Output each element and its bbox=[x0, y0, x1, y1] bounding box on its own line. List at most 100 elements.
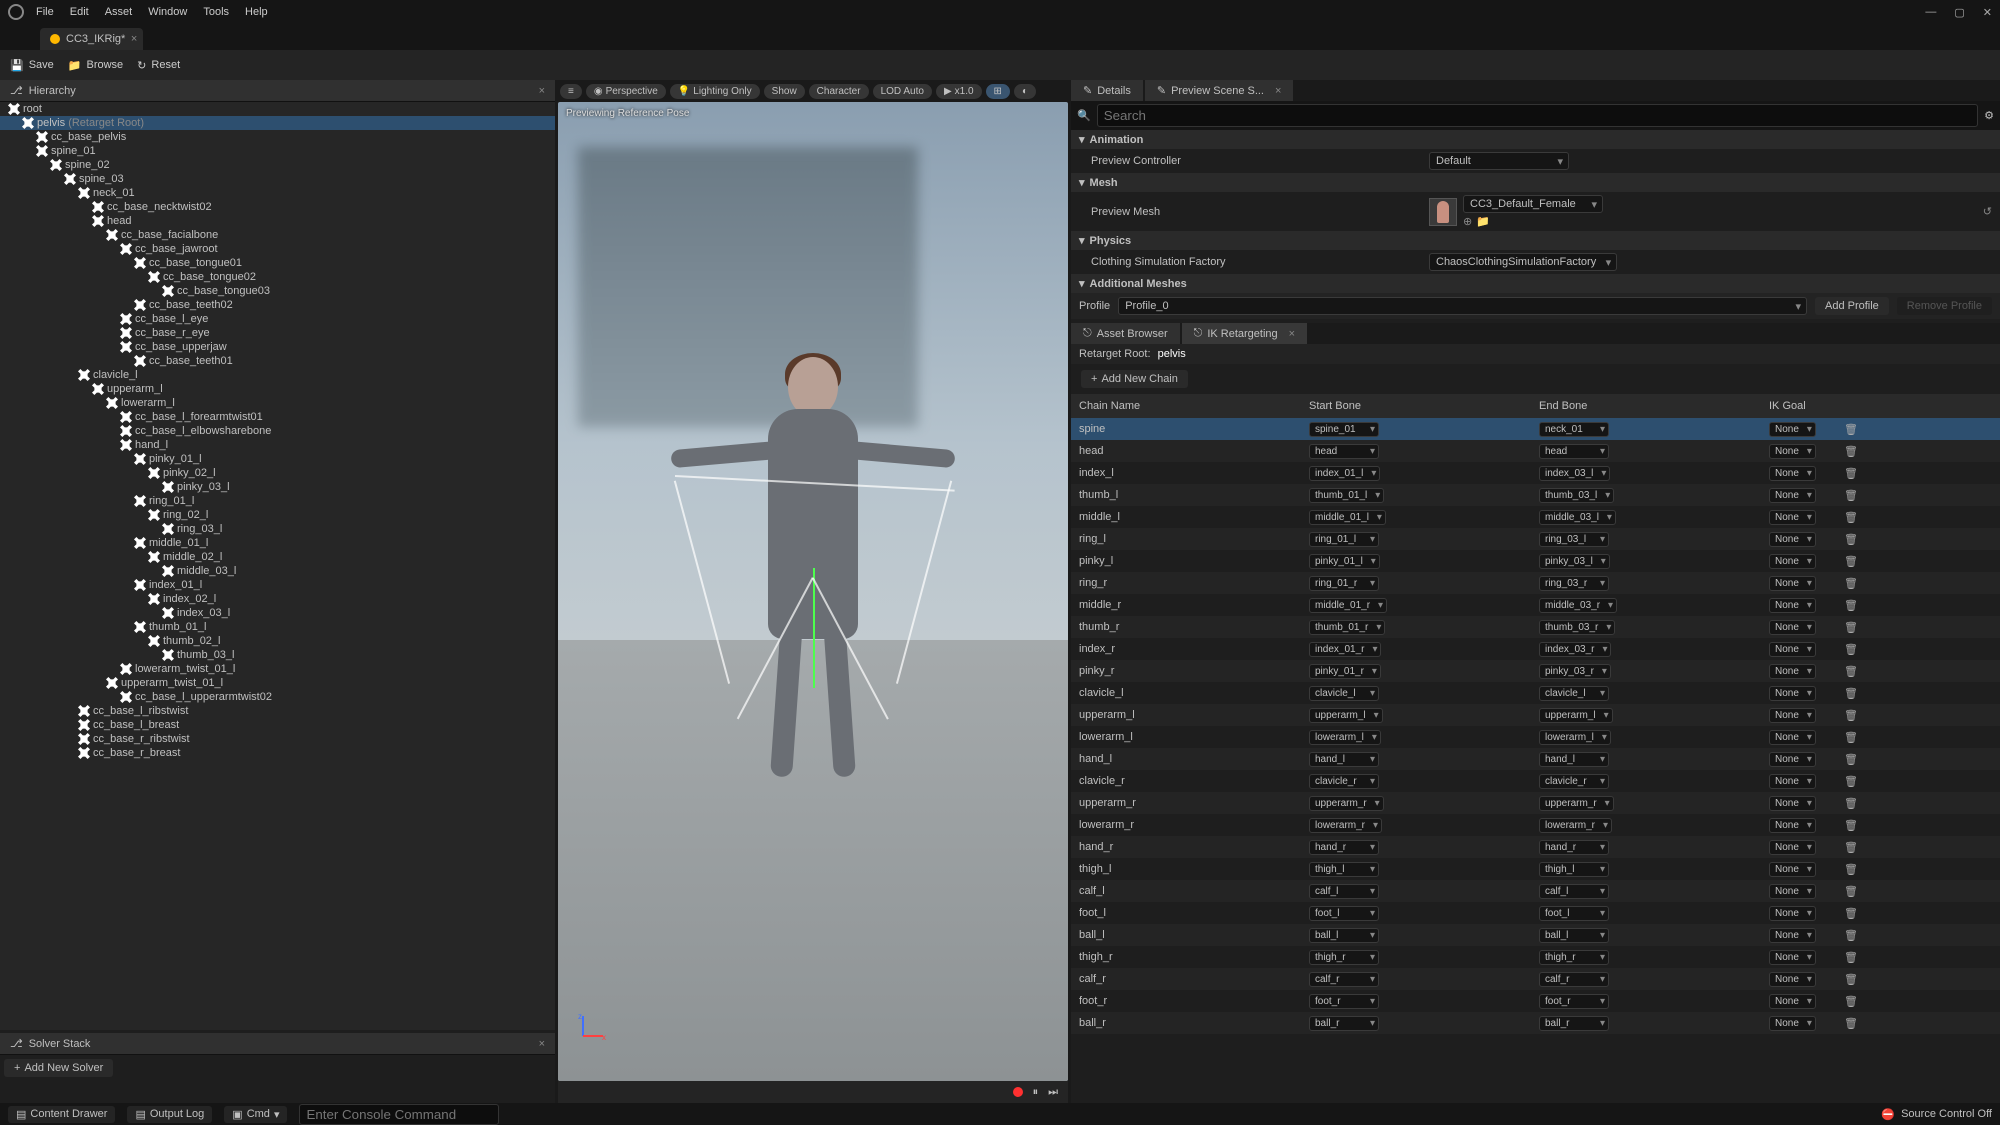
start-bone-dropdown[interactable]: ball_r bbox=[1309, 1016, 1379, 1031]
details-search-input[interactable] bbox=[1097, 104, 1978, 127]
maximize-icon[interactable]: ▢ bbox=[1954, 6, 1964, 19]
bone-cc_base_necktwist02[interactable]: cc_base_necktwist02 bbox=[0, 200, 555, 214]
bone-cc_base_tongue01[interactable]: cc_base_tongue01 bbox=[0, 256, 555, 270]
end-bone-dropdown[interactable]: head bbox=[1539, 444, 1609, 459]
end-bone-dropdown[interactable]: pinky_03_l bbox=[1539, 554, 1610, 569]
chain-row-pinky_r[interactable]: pinky_rpinky_01_rpinky_03_rNone🗑 bbox=[1071, 660, 2000, 682]
start-bone-dropdown[interactable]: foot_r bbox=[1309, 994, 1379, 1009]
ik-goal-dropdown[interactable]: None bbox=[1769, 818, 1816, 833]
start-bone-dropdown[interactable]: lowerarm_l bbox=[1309, 730, 1381, 745]
playback-speed[interactable]: ▶ x1.0 bbox=[936, 84, 982, 99]
delete-chain-icon[interactable]: 🗑 bbox=[1844, 996, 1858, 1008]
chain-row-calf_r[interactable]: calf_rcalf_rcalf_rNone🗑 bbox=[1071, 968, 2000, 990]
chain-row-pinky_l[interactable]: pinky_lpinky_01_lpinky_03_lNone🗑 bbox=[1071, 550, 2000, 572]
character-dropdown[interactable]: Character bbox=[809, 84, 869, 99]
delete-chain-icon[interactable]: 🗑 bbox=[1844, 424, 1858, 436]
start-bone-dropdown[interactable]: foot_l bbox=[1309, 906, 1379, 921]
perspective-dropdown[interactable]: ◉ Perspective bbox=[586, 84, 666, 99]
bone-middle_03_l[interactable]: middle_03_l bbox=[0, 564, 555, 578]
preview-controller-dropdown[interactable]: Default bbox=[1429, 152, 1569, 170]
bone-spine_03[interactable]: spine_03 bbox=[0, 172, 555, 186]
end-bone-dropdown[interactable]: ring_03_l bbox=[1539, 532, 1609, 547]
delete-chain-icon[interactable]: 🗑 bbox=[1844, 534, 1858, 546]
bone-index_01_l[interactable]: index_01_l bbox=[0, 578, 555, 592]
mesh-section-header[interactable]: ▾ Mesh bbox=[1071, 173, 2000, 192]
bone-head[interactable]: head bbox=[0, 214, 555, 228]
profile-dropdown[interactable]: Profile_0 bbox=[1118, 297, 1807, 315]
add-solver-button[interactable]: + Add New Solver bbox=[4, 1059, 113, 1077]
end-bone-dropdown[interactable]: hand_r bbox=[1539, 840, 1609, 855]
bone-cc_base_l_forearmtwist01[interactable]: cc_base_l_forearmtwist01 bbox=[0, 410, 555, 424]
bone-hand_l[interactable]: hand_l bbox=[0, 438, 555, 452]
start-bone-dropdown[interactable]: calf_l bbox=[1309, 884, 1379, 899]
bone-thumb_01_l[interactable]: thumb_01_l bbox=[0, 620, 555, 634]
bone-thumb_03_l[interactable]: thumb_03_l bbox=[0, 648, 555, 662]
start-bone-dropdown[interactable]: thigh_r bbox=[1309, 950, 1379, 965]
ik-goal-dropdown[interactable]: None bbox=[1769, 950, 1816, 965]
delete-chain-icon[interactable]: 🗑 bbox=[1844, 886, 1858, 898]
start-bone-dropdown[interactable]: hand_r bbox=[1309, 840, 1379, 855]
delete-chain-icon[interactable]: 🗑 bbox=[1844, 754, 1858, 766]
end-bone-dropdown[interactable]: pinky_03_r bbox=[1539, 664, 1611, 679]
solver-tab[interactable]: ⎇ Solver Stack × bbox=[0, 1033, 555, 1055]
bone-ring_03_l[interactable]: ring_03_l bbox=[0, 522, 555, 536]
delete-chain-icon[interactable]: 🗑 bbox=[1844, 952, 1858, 964]
end-bone-dropdown[interactable]: middle_03_l bbox=[1539, 510, 1616, 525]
bone-cc_base_pelvis[interactable]: cc_base_pelvis bbox=[0, 130, 555, 144]
bone-cc_base_jawroot[interactable]: cc_base_jawroot bbox=[0, 242, 555, 256]
chain-row-upperarm_l[interactable]: upperarm_lupperarm_lupperarm_lNone🗑 bbox=[1071, 704, 2000, 726]
start-bone-dropdown[interactable]: pinky_01_l bbox=[1309, 554, 1380, 569]
viewport-settings-icon[interactable]: ◐ bbox=[1014, 84, 1036, 99]
add-chain-button[interactable]: + Add New Chain bbox=[1081, 370, 1188, 388]
preview-scene-tab[interactable]: ✎ Preview Scene S... × bbox=[1145, 80, 1294, 101]
bone-cc_base_r_eye[interactable]: cc_base_r_eye bbox=[0, 326, 555, 340]
end-bone-dropdown[interactable]: thumb_03_r bbox=[1539, 620, 1615, 635]
col-end-bone[interactable]: End Bone bbox=[1531, 398, 1761, 414]
bone-ring_01_l[interactable]: ring_01_l bbox=[0, 494, 555, 508]
use-selected-icon[interactable]: ⊕ bbox=[1463, 215, 1472, 228]
bone-middle_01_l[interactable]: middle_01_l bbox=[0, 536, 555, 550]
chain-row-lowerarm_r[interactable]: lowerarm_rlowerarm_rlowerarm_rNone🗑 bbox=[1071, 814, 2000, 836]
ik-goal-dropdown[interactable]: None bbox=[1769, 796, 1816, 811]
delete-chain-icon[interactable]: 🗑 bbox=[1844, 512, 1858, 524]
ik-goal-dropdown[interactable]: None bbox=[1769, 576, 1816, 591]
chain-row-hand_l[interactable]: hand_lhand_lhand_lNone🗑 bbox=[1071, 748, 2000, 770]
delete-chain-icon[interactable]: 🗑 bbox=[1844, 974, 1858, 986]
delete-chain-icon[interactable]: 🗑 bbox=[1844, 1018, 1858, 1030]
delete-chain-icon[interactable]: 🗑 bbox=[1844, 930, 1858, 942]
bone-middle_02_l[interactable]: middle_02_l bbox=[0, 550, 555, 564]
start-bone-dropdown[interactable]: clavicle_l bbox=[1309, 686, 1379, 701]
output-log-button[interactable]: ▤ Output Log bbox=[127, 1106, 212, 1123]
ik-goal-dropdown[interactable]: None bbox=[1769, 884, 1816, 899]
asset-tab[interactable]: CC3_IKRig* × bbox=[40, 28, 143, 50]
end-bone-dropdown[interactable]: hand_l bbox=[1539, 752, 1609, 767]
start-bone-dropdown[interactable]: thumb_01_l bbox=[1309, 488, 1384, 503]
bone-index_02_l[interactable]: index_02_l bbox=[0, 592, 555, 606]
delete-chain-icon[interactable]: 🗑 bbox=[1844, 908, 1858, 920]
ik-goal-dropdown[interactable]: None bbox=[1769, 840, 1816, 855]
ik-goal-dropdown[interactable]: None bbox=[1769, 994, 1816, 1009]
menu-file[interactable]: File bbox=[36, 6, 54, 18]
end-bone-dropdown[interactable]: middle_03_r bbox=[1539, 598, 1617, 613]
end-bone-dropdown[interactable]: thigh_r bbox=[1539, 950, 1609, 965]
chain-row-index_l[interactable]: index_lindex_01_lindex_03_lNone🗑 bbox=[1071, 462, 2000, 484]
start-bone-dropdown[interactable]: clavicle_r bbox=[1309, 774, 1379, 789]
bone-pinky_01_l[interactable]: pinky_01_l bbox=[0, 452, 555, 466]
viewport-grid-icon[interactable]: ⊞ bbox=[986, 84, 1010, 99]
step-icon[interactable]: ⏭ bbox=[1048, 1086, 1058, 1099]
bone-spine_02[interactable]: spine_02 bbox=[0, 158, 555, 172]
settings-icon[interactable]: ⚙ bbox=[1984, 109, 1994, 122]
delete-chain-icon[interactable]: 🗑 bbox=[1844, 820, 1858, 832]
end-bone-dropdown[interactable]: foot_r bbox=[1539, 994, 1609, 1009]
delete-chain-icon[interactable]: 🗑 bbox=[1844, 600, 1858, 612]
ik-goal-dropdown[interactable]: None bbox=[1769, 752, 1816, 767]
start-bone-dropdown[interactable]: upperarm_r bbox=[1309, 796, 1384, 811]
delete-chain-icon[interactable]: 🗑 bbox=[1844, 688, 1858, 700]
ik-goal-dropdown[interactable]: None bbox=[1769, 730, 1816, 745]
ik-goal-dropdown[interactable]: None bbox=[1769, 928, 1816, 943]
chain-row-clavicle_l[interactable]: clavicle_lclavicle_lclavicle_lNone🗑 bbox=[1071, 682, 2000, 704]
tab-close-icon[interactable]: × bbox=[1289, 328, 1295, 340]
details-tab[interactable]: ✎ Details bbox=[1071, 80, 1143, 101]
delete-chain-icon[interactable]: 🗑 bbox=[1844, 556, 1858, 568]
chain-row-foot_l[interactable]: foot_lfoot_lfoot_lNone🗑 bbox=[1071, 902, 2000, 924]
